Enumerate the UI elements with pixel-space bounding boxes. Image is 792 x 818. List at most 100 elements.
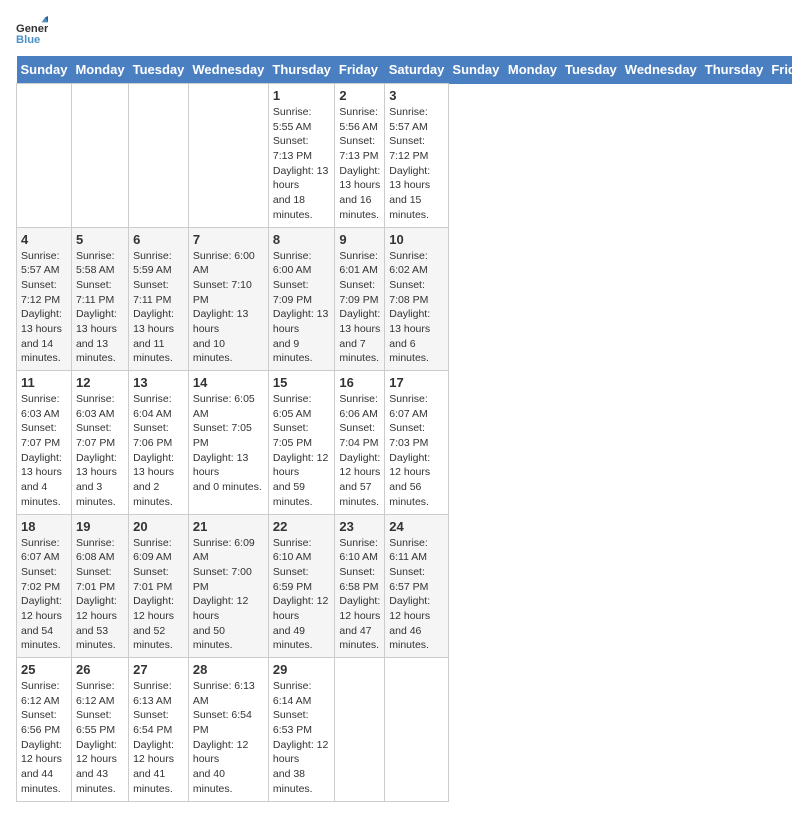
day-info: Sunrise: 6:01 AM Sunset: 7:09 PM Dayligh… [339, 249, 380, 367]
day-header-thursday: Thursday [268, 56, 335, 84]
day-number: 27 [133, 662, 184, 677]
day-info: Sunrise: 6:04 AM Sunset: 7:06 PM Dayligh… [133, 392, 184, 510]
calendar-cell: 13 Sunrise: 6:04 AM Sunset: 7:06 PM Dayli… [129, 371, 189, 515]
day-info: Sunrise: 6:07 AM Sunset: 7:02 PM Dayligh… [21, 536, 67, 654]
day-info: Sunrise: 6:14 AM Sunset: 6:53 PM Dayligh… [273, 679, 331, 797]
day-info: Sunrise: 6:03 AM Sunset: 7:07 PM Dayligh… [21, 392, 67, 510]
day-info: Sunrise: 6:12 AM Sunset: 6:55 PM Dayligh… [76, 679, 124, 797]
day-number: 14 [193, 375, 264, 390]
svg-text:General: General [16, 23, 48, 35]
day-number: 8 [273, 232, 331, 247]
calendar-cell: 19Sunrise: 6:08 AM Sunset: 7:01 PM Dayli… [71, 514, 128, 658]
day-info: Sunrise: 6:03 AM Sunset: 7:07 PM Dayligh… [76, 392, 124, 510]
day-number: 1 [273, 88, 331, 103]
calendar-cell: 22 Sunrise: 6:10 AM Sunset: 6:59 PM Dayli… [268, 514, 335, 658]
day-info: Sunrise: 6:09 AM Sunset: 7:00 PM Dayligh… [193, 536, 264, 654]
day-info: Sunrise: 5:58 AM Sunset: 7:11 PM Dayligh… [76, 249, 124, 367]
day-info: Sunrise: 5:57 AM Sunset: 7:12 PM Dayligh… [389, 105, 444, 223]
day-number: 11 [21, 375, 67, 390]
day-number: 2 [339, 88, 380, 103]
day-header-tuesday: Tuesday [561, 56, 621, 84]
day-info: Sunrise: 5:57 AM Sunset: 7:12 PM Dayligh… [21, 249, 67, 367]
day-info: Sunrise: 6:13 AM Sunset: 6:54 PM Dayligh… [193, 679, 264, 797]
calendar-week-1: 1 Sunrise: 5:55 AM Sunset: 7:13 PM Daylig… [17, 84, 792, 228]
day-number: 24 [389, 519, 444, 534]
day-header-friday: Friday [767, 56, 792, 84]
day-number: 15 [273, 375, 331, 390]
day-header-wednesday: Wednesday [188, 56, 268, 84]
day-info: Sunrise: 6:02 AM Sunset: 7:08 PM Dayligh… [389, 249, 444, 367]
day-header-sunday: Sunday [17, 56, 72, 84]
day-info: Sunrise: 5:55 AM Sunset: 7:13 PM Dayligh… [273, 105, 331, 223]
calendar-cell [71, 84, 128, 228]
day-number: 13 [133, 375, 184, 390]
calendar-week-3: 11 Sunrise: 6:03 AM Sunset: 7:07 PM Dayli… [17, 371, 792, 515]
day-info: Sunrise: 6:06 AM Sunset: 7:04 PM Dayligh… [339, 392, 380, 510]
day-number: 6 [133, 232, 184, 247]
day-number: 20 [133, 519, 184, 534]
calendar-cell: 3 Sunrise: 5:57 AM Sunset: 7:12 PM Daylig… [385, 84, 449, 228]
calendar-cell [335, 658, 385, 802]
calendar-cell: 24 Sunrise: 6:11 AM Sunset: 6:57 PM Dayli… [385, 514, 449, 658]
calendar-cell: 4 Sunrise: 5:57 AM Sunset: 7:12 PM Daylig… [17, 227, 72, 371]
calendar-table: SundayMondayTuesdayWednesdayThursdayFrid… [16, 56, 792, 802]
calendar-cell: 15Sunrise: 6:05 AM Sunset: 7:05 PM Dayli… [268, 371, 335, 515]
calendar-cell: 17 Sunrise: 6:07 AM Sunset: 7:03 PM Dayli… [385, 371, 449, 515]
day-number: 16 [339, 375, 380, 390]
calendar-cell [17, 84, 72, 228]
calendar-cell: 18 Sunrise: 6:07 AM Sunset: 7:02 PM Dayli… [17, 514, 72, 658]
calendar-cell: 14 Sunrise: 6:05 AM Sunset: 7:05 PM Dayli… [188, 371, 268, 515]
day-header-monday: Monday [71, 56, 128, 84]
day-info: Sunrise: 6:11 AM Sunset: 6:57 PM Dayligh… [389, 536, 444, 654]
day-info: Sunrise: 6:12 AM Sunset: 6:56 PM Dayligh… [21, 679, 67, 797]
calendar-cell: 28 Sunrise: 6:13 AM Sunset: 6:54 PM Dayli… [188, 658, 268, 802]
day-header-thursday: Thursday [701, 56, 768, 84]
calendar-week-4: 18 Sunrise: 6:07 AM Sunset: 7:02 PM Dayli… [17, 514, 792, 658]
day-number: 23 [339, 519, 380, 534]
day-number: 18 [21, 519, 67, 534]
day-number: 9 [339, 232, 380, 247]
calendar-cell: 16 Sunrise: 6:06 AM Sunset: 7:04 PM Dayli… [335, 371, 385, 515]
calendar-header-row: SundayMondayTuesdayWednesdayThursdayFrid… [17, 56, 792, 84]
calendar-cell: 11 Sunrise: 6:03 AM Sunset: 7:07 PM Dayli… [17, 371, 72, 515]
day-header-monday: Monday [504, 56, 561, 84]
day-info: Sunrise: 6:00 AM Sunset: 7:10 PM Dayligh… [193, 249, 264, 367]
day-number: 22 [273, 519, 331, 534]
calendar-cell: 21Sunrise: 6:09 AM Sunset: 7:00 PM Dayli… [188, 514, 268, 658]
calendar-cell: 2 Sunrise: 5:56 AM Sunset: 7:13 PM Daylig… [335, 84, 385, 228]
day-number: 5 [76, 232, 124, 247]
day-info: Sunrise: 6:10 AM Sunset: 6:58 PM Dayligh… [339, 536, 380, 654]
calendar-cell: 1 Sunrise: 5:55 AM Sunset: 7:13 PM Daylig… [268, 84, 335, 228]
calendar-cell: 27Sunrise: 6:13 AM Sunset: 6:54 PM Dayli… [129, 658, 189, 802]
day-number: 26 [76, 662, 124, 677]
day-number: 12 [76, 375, 124, 390]
svg-text:Blue: Blue [16, 34, 40, 46]
calendar-cell: 25 Sunrise: 6:12 AM Sunset: 6:56 PM Dayli… [17, 658, 72, 802]
day-info: Sunrise: 6:10 AM Sunset: 6:59 PM Dayligh… [273, 536, 331, 654]
calendar-cell: 23 Sunrise: 6:10 AM Sunset: 6:58 PM Dayli… [335, 514, 385, 658]
day-info: Sunrise: 6:05 AM Sunset: 7:05 PM Dayligh… [193, 392, 264, 495]
calendar-cell [188, 84, 268, 228]
day-header-friday: Friday [335, 56, 385, 84]
calendar-cell [129, 84, 189, 228]
day-number: 19 [76, 519, 124, 534]
calendar-week-5: 25 Sunrise: 6:12 AM Sunset: 6:56 PM Dayli… [17, 658, 792, 802]
logo: General Blue [16, 16, 52, 48]
calendar-cell: 6Sunrise: 5:59 AM Sunset: 7:11 PM Daylig… [129, 227, 189, 371]
day-number: 17 [389, 375, 444, 390]
day-info: Sunrise: 6:09 AM Sunset: 7:01 PM Dayligh… [133, 536, 184, 654]
calendar-cell: 5 Sunrise: 5:58 AM Sunset: 7:11 PM Daylig… [71, 227, 128, 371]
day-header-tuesday: Tuesday [129, 56, 189, 84]
day-number: 28 [193, 662, 264, 677]
day-info: Sunrise: 6:00 AM Sunset: 7:09 PM Dayligh… [273, 249, 331, 367]
day-number: 3 [389, 88, 444, 103]
day-info: Sunrise: 5:56 AM Sunset: 7:13 PM Dayligh… [339, 105, 380, 223]
day-number: 4 [21, 232, 67, 247]
calendar-cell [385, 658, 449, 802]
logo-icon: General Blue [16, 16, 48, 48]
calendar-cell: 7Sunrise: 6:00 AM Sunset: 7:10 PM Daylig… [188, 227, 268, 371]
calendar-cell: 26 Sunrise: 6:12 AM Sunset: 6:55 PM Dayli… [71, 658, 128, 802]
calendar-cell: 29Sunrise: 6:14 AM Sunset: 6:53 PM Dayli… [268, 658, 335, 802]
day-number: 25 [21, 662, 67, 677]
day-info: Sunrise: 6:07 AM Sunset: 7:03 PM Dayligh… [389, 392, 444, 510]
